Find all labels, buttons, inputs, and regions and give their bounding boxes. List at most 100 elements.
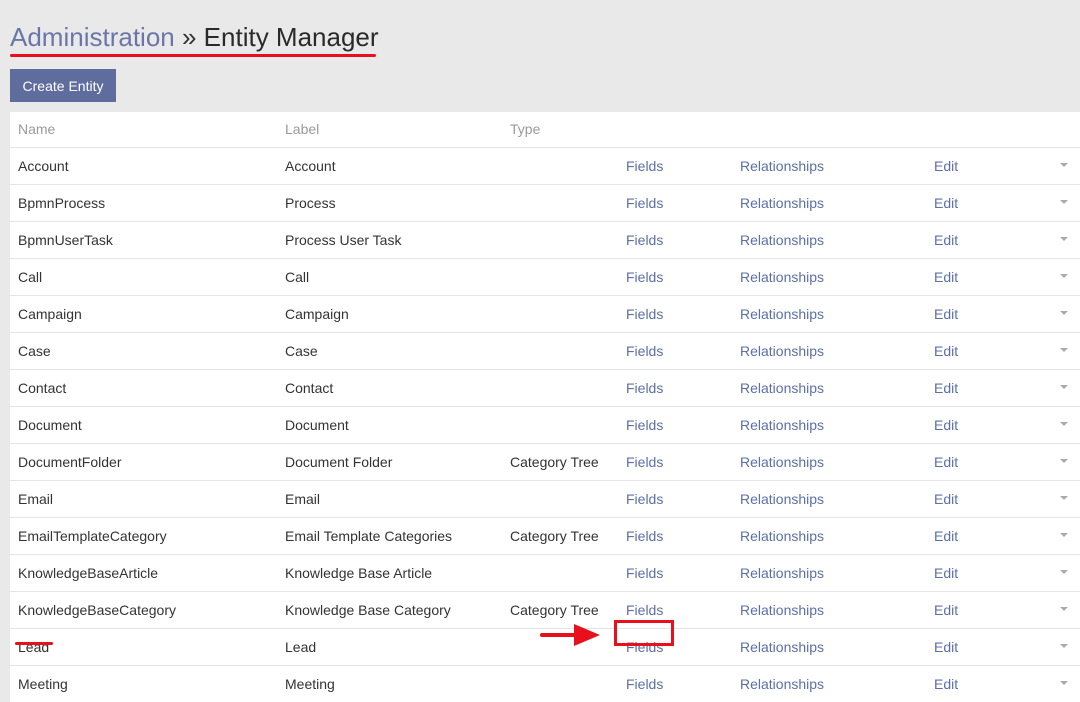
row-dropdown-caret-icon[interactable] [1060,496,1068,500]
entity-name[interactable]: Contact [18,370,66,406]
edit-link[interactable]: Edit [934,518,958,554]
edit-link[interactable]: Edit [934,259,958,295]
table-row: BpmnUserTask Process User Task Fields Relat… [10,221,1080,258]
edit-link[interactable]: Edit [934,296,958,332]
fields-link[interactable]: Fields [626,407,663,443]
edit-link[interactable]: Edit [934,370,958,406]
entity-name[interactable]: Lead [18,629,49,665]
fields-link[interactable]: Fields [626,555,663,591]
relationships-link[interactable]: Relationships [740,296,824,332]
relationships-link[interactable]: Relationships [740,222,824,258]
table-row: DocumentFolder Document Folder Category Tr… [10,443,1080,480]
edit-link[interactable]: Edit [934,629,958,665]
row-dropdown-caret-icon[interactable] [1060,533,1068,537]
relationships-link[interactable]: Relationships [740,148,824,184]
table-header-row: Name Label Type [10,112,1080,147]
breadcrumb-administration-link[interactable]: Administration [10,22,175,52]
relationships-link[interactable]: Relationships [740,666,824,702]
edit-link[interactable]: Edit [934,555,958,591]
row-dropdown-caret-icon[interactable] [1060,681,1068,685]
entity-label: Email [285,491,321,507]
fields-link[interactable]: Fields [626,666,663,702]
edit-link[interactable]: Edit [934,222,958,258]
row-dropdown-caret-icon[interactable] [1060,459,1068,463]
entity-label: Document Folder [285,454,393,470]
entity-label: Email Template Categories [285,528,453,544]
relationships-link[interactable]: Relationships [740,333,824,369]
entity-name[interactable]: Email [18,481,53,517]
relationships-link[interactable]: Relationships [740,518,824,554]
entity-name[interactable]: Meeting [18,666,68,702]
entity-label: Account [285,158,336,174]
row-dropdown-caret-icon[interactable] [1060,200,1068,204]
fields-link[interactable]: Fields [626,370,663,406]
entity-name[interactable]: Document [18,407,82,443]
fields-link[interactable]: Fields [626,296,663,332]
entity-name[interactable]: KnowledgeBaseCategory [18,592,176,628]
table-row: Meeting Meeting Fields Relationships Edit [10,665,1080,702]
entity-name[interactable]: BpmnProcess [18,185,105,221]
column-header-name[interactable]: Name [18,112,55,147]
row-dropdown-caret-icon[interactable] [1060,311,1068,315]
relationships-link[interactable]: Relationships [740,629,824,665]
entity-label: Contact [285,380,334,396]
row-dropdown-caret-icon[interactable] [1060,274,1068,278]
table-row: Document Document Fields Relationships Edit [10,406,1080,443]
entity-name[interactable]: Account [18,148,69,184]
relationships-link[interactable]: Relationships [740,555,824,591]
entity-label: Campaign [285,306,349,322]
table-row: Account Account Fields Relationships Edit [10,147,1080,184]
fields-link[interactable]: Fields [626,185,663,221]
fields-link[interactable]: Fields [626,333,663,369]
column-header-type[interactable]: Type [510,112,540,147]
edit-link[interactable]: Edit [934,444,958,480]
edit-link[interactable]: Edit [934,666,958,702]
entity-name[interactable]: EmailTemplateCategory [18,518,167,554]
annotation-fields-highlight-box [614,620,674,646]
relationships-link[interactable]: Relationships [740,407,824,443]
row-dropdown-caret-icon[interactable] [1060,163,1068,167]
entity-name[interactable]: DocumentFolder [18,444,122,480]
fields-link[interactable]: Fields [626,148,663,184]
entity-label: Call [285,269,310,285]
entity-name[interactable]: Call [18,259,42,295]
entity-name[interactable]: KnowledgeBaseArticle [18,555,158,591]
row-dropdown-caret-icon[interactable] [1060,348,1068,352]
table-row: BpmnProcess Process Fields Relationships Edi… [10,184,1080,221]
entity-label: Knowledge Base Category [285,602,451,618]
relationships-link[interactable]: Relationships [740,592,824,628]
column-header-label[interactable]: Label [285,112,319,147]
fields-link[interactable]: Fields [626,259,663,295]
entity-type: Category Tree [510,528,599,544]
fields-link[interactable]: Fields [626,518,663,554]
entity-name[interactable]: BpmnUserTask [18,222,113,258]
row-dropdown-caret-icon[interactable] [1060,570,1068,574]
fields-link[interactable]: Fields [626,444,663,480]
row-dropdown-caret-icon[interactable] [1060,422,1068,426]
edit-link[interactable]: Edit [934,481,958,517]
entity-name[interactable]: Case [18,333,51,369]
fields-link[interactable]: Fields [626,222,663,258]
entity-name[interactable]: Campaign [18,296,82,332]
relationships-link[interactable]: Relationships [740,259,824,295]
create-entity-button[interactable]: Create Entity [10,69,116,102]
row-dropdown-caret-icon[interactable] [1060,385,1068,389]
relationships-link[interactable]: Relationships [740,185,824,221]
annotation-title-underline [10,54,376,57]
row-dropdown-caret-icon[interactable] [1060,237,1068,241]
edit-link[interactable]: Edit [934,185,958,221]
edit-link[interactable]: Edit [934,333,958,369]
edit-link[interactable]: Edit [934,592,958,628]
fields-link[interactable]: Fields [626,481,663,517]
relationships-link[interactable]: Relationships [740,370,824,406]
table-row: Campaign Campaign Fields Relationships Edit [10,295,1080,332]
edit-link[interactable]: Edit [934,148,958,184]
edit-link[interactable]: Edit [934,407,958,443]
relationships-link[interactable]: Relationships [740,481,824,517]
entity-label: Process User Task [285,232,402,248]
row-dropdown-caret-icon[interactable] [1060,644,1068,648]
page-title: Administration » Entity Manager [10,20,379,54]
relationships-link[interactable]: Relationships [740,444,824,480]
table-row: KnowledgeBaseArticle Knowledge Base Artic… [10,554,1080,591]
row-dropdown-caret-icon[interactable] [1060,607,1068,611]
